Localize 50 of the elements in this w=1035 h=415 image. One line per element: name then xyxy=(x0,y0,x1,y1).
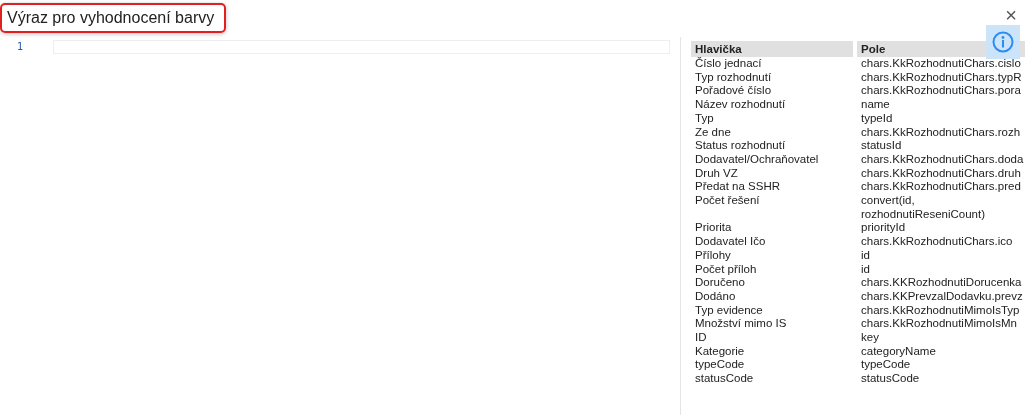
table-cell-text: key xyxy=(860,331,880,345)
table-cell-text: chars.KkRozhodnutiChars.rozh xyxy=(860,125,1022,140)
table-cell-text: Dodavatel/Ochraňovatel xyxy=(694,152,820,167)
table-cell-text: chars.KKPrevzalDodavku.prevz xyxy=(860,289,1024,304)
table-cell-text: Status rozhodnutí xyxy=(694,139,787,153)
table-cell-text: id xyxy=(860,262,871,277)
table-cell-text: Dodavatel Ičo xyxy=(694,235,767,249)
table-cell-text: chars.KkRozhodnutiChars.pora xyxy=(860,84,1022,99)
table-cell-text: chars.KkRozhodnutiMimoIsTyp xyxy=(860,303,1021,318)
table-cell-text: Druh VZ xyxy=(694,166,739,181)
table-cell-text: Přílohy xyxy=(694,248,732,263)
table-cell-text: Množství mimo IS xyxy=(694,317,788,332)
table-cell-text: Počet řešení xyxy=(694,194,761,209)
line-number: 1 xyxy=(16,41,24,52)
table-cell-text: chars.KkRozhodnutiChars.ico xyxy=(860,235,1014,249)
table-cell-text: Typ xyxy=(694,111,715,126)
close-button[interactable]: × xyxy=(1001,4,1021,26)
table-cell-text: Pořadové číslo xyxy=(694,84,773,99)
table-cell-text: chars.KkRozhodnutiChars.doda xyxy=(860,152,1025,167)
table-cell-text: ID xyxy=(694,331,708,345)
table-cell-text: Priorita xyxy=(694,221,733,236)
column-header: Hlavička xyxy=(691,41,853,57)
table-cell-text: name xyxy=(860,98,891,112)
table-cell-text: Číslo jednací xyxy=(694,57,763,71)
table-cell-text: Typ evidence xyxy=(694,303,764,318)
table-cell-text: statusId xyxy=(860,139,903,153)
table-cell-text: Doručeno xyxy=(694,276,746,290)
table-cell-text: chars.KkRozhodnutiChars.pred xyxy=(860,180,1022,195)
table-cell-text: priorityId xyxy=(860,221,907,236)
table-cell-text: chars.KkRozhodnutiChars.cislo xyxy=(860,57,1022,71)
table-cell-text: typeCode xyxy=(860,358,912,373)
table-cell-text: typeCode xyxy=(694,358,746,373)
table-cell-text: Kategorie xyxy=(694,344,746,359)
table-cell-text: id xyxy=(860,248,871,263)
table-cell-text: Ze dne xyxy=(694,125,732,140)
dialog-title: Výraz pro vyhodnocení barvy xyxy=(0,3,227,33)
table-cell-text: Předat na SSHR xyxy=(694,180,781,195)
table-cell-text: Dodáno xyxy=(694,289,737,304)
table-cell-text: categoryName xyxy=(860,344,937,359)
table-cell-text: chars.KkRozhodnutiChars.typR xyxy=(860,70,1023,85)
table-cell-text: Typ rozhodnutí xyxy=(694,70,773,85)
table-cell-text: statusCode xyxy=(860,372,921,386)
table-cell-text: Počet příloh xyxy=(694,262,758,277)
table-cell-text: chars.KkRozhodnutiMimoIsMn xyxy=(860,317,1018,332)
table-cell-text: typeId xyxy=(860,111,894,126)
table-cell-text: statusCode xyxy=(694,372,755,386)
table-cell-text: convert(id, rozhodnutiReseniCount) xyxy=(860,194,987,222)
table-cell-text: chars.KkRozhodnutiChars.druh xyxy=(860,166,1022,181)
table-cell-text: chars.KKRozhodnutiDorucenka xyxy=(860,276,1023,290)
table-cell-text: Název rozhodnutí xyxy=(694,98,787,112)
